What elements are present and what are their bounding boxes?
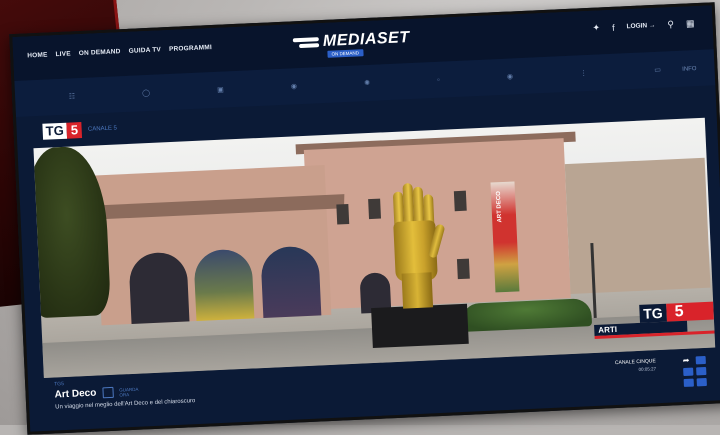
twitter-icon[interactable]: ✦ [592, 22, 600, 33]
main-nav: HOME LIVE ON DEMAND GUIDA TV PROGRAMMI [27, 44, 212, 59]
grid-menu-icon[interactable]: ▦ [686, 18, 695, 29]
nav-on-demand[interactable]: ON DEMAND [79, 48, 121, 57]
twitter-share-icon[interactable] [683, 367, 694, 376]
share-icon[interactable]: ➦ [683, 356, 693, 365]
window [368, 198, 382, 220]
channel-icon[interactable]: ◉ [291, 82, 297, 90]
nav-home[interactable]: HOME [27, 52, 48, 60]
arch-poster [193, 248, 255, 322]
mail-share-icon[interactable] [696, 366, 707, 376]
channel-icon[interactable]: ☷ [69, 92, 76, 100]
link-share-icon[interactable] [683, 378, 694, 387]
channel-icon[interactable]: ▣ [217, 86, 224, 94]
program-details: TG5 Art Deco GUARDA ORA Un viaggio nel me… [54, 375, 195, 410]
channel-icon[interactable]: ✺ [364, 79, 370, 87]
channel-name[interactable]: CANALE 5 [88, 125, 117, 132]
share-actions: ➦ [683, 356, 707, 387]
document-icon[interactable] [102, 386, 114, 399]
facebook-share-icon[interactable] [695, 355, 706, 365]
badge-num: 5 [666, 301, 714, 322]
channel-icon[interactable]: ▫ [437, 76, 440, 83]
program-meta: CANALE CINQUE 00:05:27 [615, 358, 656, 374]
golden-hand-statue [387, 182, 446, 309]
facebook-icon[interactable]: f [612, 22, 615, 32]
tag-line: ORA [119, 391, 130, 398]
arch-doorway [128, 251, 190, 324]
watch-tag[interactable]: GUARDA ORA [119, 386, 139, 397]
brand-name: MEDIASET [322, 29, 410, 50]
arch-poster [260, 245, 322, 318]
program-subtitle: Un viaggio nel meglio dell'Art Deco e de… [55, 398, 196, 411]
channel-icon[interactable]: ⋮ [580, 69, 587, 77]
channel-header: TG 5 CANALE 5 [42, 120, 117, 140]
login-label: LOGIN [626, 22, 648, 31]
building [564, 157, 711, 295]
hedge [460, 298, 593, 332]
tg5-logo: TG 5 [42, 122, 83, 140]
tg5-logo-tg: TG [42, 122, 68, 140]
search-icon[interactable]: ⚲ [667, 19, 674, 30]
tree [33, 145, 112, 319]
channel-icon[interactable]: ◯ [142, 89, 150, 97]
program-title: Art Deco [54, 387, 97, 401]
info-link[interactable]: INFO [682, 66, 697, 73]
badge-tg: TG [638, 303, 668, 323]
nav-guida-tv[interactable]: GUIDA TV [128, 46, 161, 54]
tg5-arti-badge: TG 5 ARTI [593, 301, 715, 339]
art-deco-banner [490, 181, 520, 293]
video-player[interactable]: ART DECO TG 5 ARTI [33, 117, 716, 379]
brand-subtitle: ON DEMAND [327, 49, 364, 58]
statue-pedestal [371, 303, 469, 349]
mediaset-player-screen: HOME LIVE ON DEMAND GUIDA TV PROGRAMMI M… [9, 2, 720, 435]
channel-icon[interactable]: ◉ [507, 72, 513, 80]
window [336, 204, 350, 225]
nav-live[interactable]: LIVE [55, 50, 71, 58]
channel-icon[interactable]: ▭ [654, 66, 661, 74]
wrist [401, 272, 434, 309]
window [453, 190, 467, 212]
login-button[interactable]: LOGIN → [626, 22, 655, 30]
embed-share-icon[interactable] [696, 377, 707, 387]
tg5-logo-num: 5 [66, 122, 83, 139]
window [456, 258, 470, 280]
nav-programmi[interactable]: PROGRAMMI [169, 44, 212, 53]
mediaset-logo-icon [293, 35, 320, 50]
header-actions: ✦ f LOGIN → ⚲ ▦ [592, 18, 694, 34]
